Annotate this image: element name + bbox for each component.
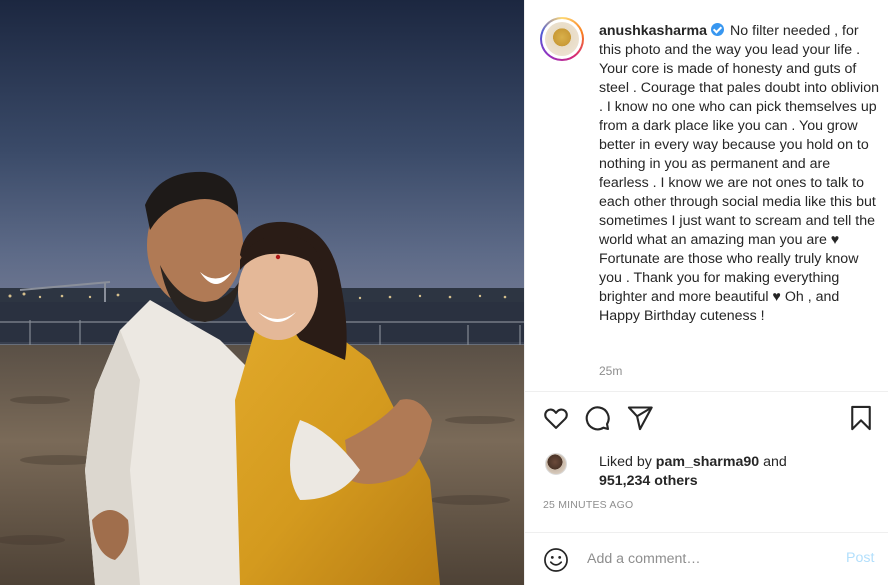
instagram-post: anushkasharma No filter needed , for this… [0,0,888,585]
post-side-panel: anushkasharma No filter needed , for this… [524,0,888,585]
comment-icon [585,406,610,431]
user-avatar[interactable] [540,17,584,61]
save-button[interactable] [847,404,877,434]
photo-illustration [0,0,524,585]
like-button[interactable] [542,404,572,434]
action-bar [525,404,888,434]
emoji-icon [544,548,568,572]
post-time-ago[interactable]: 25m [599,364,622,378]
post-comment-button[interactable]: Post [846,550,874,566]
add-comment-bar: Post [525,532,888,585]
caption-area: anushkasharma No filter needed , for this… [525,0,888,392]
liker-avatar[interactable] [545,453,567,475]
comment-button[interactable] [583,404,613,434]
posted-timestamp[interactable]: 25 MINUTES AGO [543,499,633,511]
username-link[interactable]: anushkasharma [599,23,707,39]
avatar-ring-inner [542,19,582,59]
liker-username[interactable]: pam_sharma90 [656,454,759,470]
emoji-button[interactable] [543,547,569,573]
likes-prefix: Liked by [599,454,652,470]
post-photo[interactable] [0,0,524,585]
comment-input[interactable] [587,548,817,570]
bookmark-icon [851,405,871,431]
caption-body: No filter needed , for this photo and th… [599,23,879,324]
likes-connector: and [763,454,787,470]
heart-icon [544,408,568,429]
verified-badge-icon [711,23,725,36]
caption-text: anushkasharma No filter needed , for this… [599,22,883,326]
likes-summary: Liked by pam_sharma90 and 951,234 others [543,451,883,491]
likes-text: Liked by pam_sharma90 and 951,234 others [599,453,879,491]
share-button[interactable] [626,404,656,434]
likes-count[interactable]: 951,234 others [599,473,698,489]
share-icon [627,406,653,431]
avatar-image [545,22,579,56]
